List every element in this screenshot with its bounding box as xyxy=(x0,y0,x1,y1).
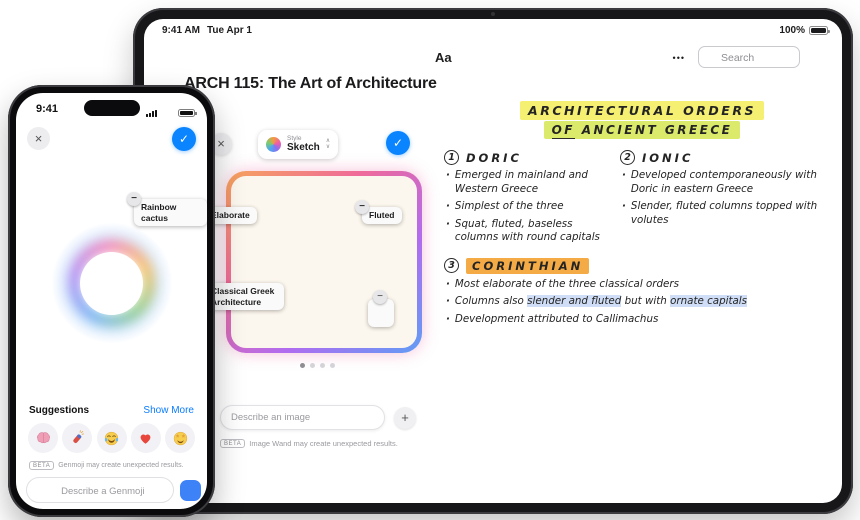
collapse-toolbar-button[interactable] xyxy=(164,48,183,67)
tag-fluted[interactable]: − Fluted xyxy=(355,200,402,224)
note-bullet: · Most elaborate of the three classical o… xyxy=(446,277,679,290)
battery-percent: 100% xyxy=(779,25,805,36)
suggestion-brain-emoji[interactable] xyxy=(28,423,58,453)
chevron-up-down-icon: ∧ ∨ xyxy=(325,138,331,150)
iphone-clock: 9:41 xyxy=(36,103,59,115)
style-selector[interactable]: Style Sketch ∧ ∨ xyxy=(258,130,339,159)
suggestion-firecracker-emoji[interactable] xyxy=(62,423,93,453)
attachment-button[interactable] xyxy=(542,48,561,67)
suggestion-joy-emoji[interactable] xyxy=(96,423,127,453)
section-corinthian: 3 CORINTHIAN · Most elaborate of the three… xyxy=(444,257,840,327)
emoji-suggestions xyxy=(28,423,195,453)
suggestion-heart-emoji[interactable] xyxy=(130,423,161,453)
page-dots[interactable] xyxy=(202,363,432,368)
section-ionic: 2 IONIC · Developed contemporaneously with… xyxy=(612,150,840,249)
ipad-clock: 9:41 AM xyxy=(162,25,200,36)
close-button[interactable]: × xyxy=(27,127,50,150)
confirm-button[interactable]: ✓ xyxy=(386,131,410,155)
circled-number: 1 xyxy=(444,150,459,165)
text-format-button[interactable]: Aa xyxy=(434,50,453,65)
memoji-button[interactable] xyxy=(180,479,201,501)
genmoji-beta-note: BETA Genmoji may create unexpected resul… xyxy=(29,461,184,470)
ipad-device: 9:41 AM Tue Apr 1 100% Aa ••• Search ARC… xyxy=(133,8,853,514)
image-wand-panel: × Style Sketch ∧ ∨ ✓ Elaborate − Fluted … xyxy=(197,127,432,467)
describe-image-field[interactable] xyxy=(220,405,385,430)
checklist-button[interactable] xyxy=(470,48,489,67)
style-thumbnail-chip[interactable]: − xyxy=(368,290,394,327)
dictation-button[interactable] xyxy=(812,48,830,66)
ipad-screen: 9:41 AM Tue Apr 1 100% Aa ••• Search ARC… xyxy=(144,19,842,503)
iphone-status-icons xyxy=(146,104,197,122)
style-value: Sketch xyxy=(287,141,320,153)
dynamic-island xyxy=(83,100,140,116)
notes-heading-line2: OF ANCIENT GREECE xyxy=(444,121,840,139)
circled-number: 3 xyxy=(444,258,459,274)
describe-genmoji-input[interactable] xyxy=(61,486,164,497)
front-camera xyxy=(491,12,495,16)
battery-icon xyxy=(178,109,197,117)
note-bullet: · Slender, fluted columns topped with vol… xyxy=(622,200,818,226)
iphone-device: 9:41 × ✓ − Rainbow cactus Suggestions Sh… xyxy=(8,85,215,517)
note-bullet: · Squat, fluted, baseless columns with ro… xyxy=(446,217,600,244)
describe-genmoji-field[interactable] xyxy=(26,477,174,503)
ipad-date: Tue Apr 1 xyxy=(206,25,252,36)
iphone-screen: 9:41 × ✓ − Rainbow cactus Suggestions Sh… xyxy=(16,93,207,509)
compose-button[interactable] xyxy=(198,48,217,67)
ipad-status-bar: 9:41 AM Tue Apr 1 100% xyxy=(162,25,830,36)
notes-heading-line1: ARCHITECTURAL ORDERS xyxy=(444,101,840,120)
confirm-button[interactable]: ✓ xyxy=(172,127,196,151)
note-bullet: · Simplest of the three xyxy=(446,200,564,213)
style-icon xyxy=(266,137,281,152)
genmoji-preview xyxy=(16,223,207,343)
note-bullet: · Development attributed to Callimachus xyxy=(446,313,659,326)
generated-image[interactable] xyxy=(226,171,422,353)
handwritten-notes: ARCHITECTURAL ORDERS OF ANCIENT GREECE 1… xyxy=(444,101,840,331)
tag-classical-greek-architecture[interactable]: −Classical Greek Architecture xyxy=(197,276,284,311)
add-button[interactable]: + xyxy=(394,406,416,429)
more-button[interactable]: ••• xyxy=(672,50,686,64)
remove-tag-button[interactable]: − xyxy=(127,192,141,206)
remove-tag-button[interactable]: − xyxy=(373,290,387,304)
table-button[interactable] xyxy=(506,48,525,67)
beta-badge: BETA xyxy=(29,461,55,470)
battery-icon xyxy=(809,26,830,35)
describe-image-input[interactable] xyxy=(231,412,374,423)
suggestions-label: Suggestions xyxy=(29,405,90,416)
suggestion-star-struck-emoji[interactable] xyxy=(165,423,195,453)
search-input[interactable] xyxy=(721,52,791,64)
note-bullet: · Columns also slender and fluted but wit… xyxy=(446,295,748,308)
show-more-link[interactable]: Show More xyxy=(143,405,194,416)
note-title: ARCH 115: The Art of Architecture xyxy=(184,75,437,92)
undo-button[interactable] xyxy=(232,48,251,67)
notes-toolbar: Aa ••• xyxy=(144,45,842,73)
circled-number: 2 xyxy=(620,150,635,165)
search-field[interactable] xyxy=(698,46,800,68)
markup-button[interactable] xyxy=(609,47,629,67)
note-bullet: · Developed contemporaneously with Doric … xyxy=(622,169,817,195)
redo-button[interactable] xyxy=(266,48,285,67)
image-wand-beta-note: BETA Image Wand may create unexpected re… xyxy=(220,439,398,448)
remove-tag-button[interactable]: − xyxy=(355,200,369,214)
note-bullet: · Emerged in mainland and Western Greece xyxy=(446,169,588,195)
cellular-signal-icon xyxy=(146,109,157,117)
share-button[interactable] xyxy=(641,48,660,67)
beta-badge: BETA xyxy=(220,439,246,448)
section-doric: 1 DORIC · Emerged in mainland and Western … xyxy=(444,150,612,249)
marketing-canvas: 9:41 AM Tue Apr 1 100% Aa ••• Search ARC… xyxy=(0,0,860,520)
